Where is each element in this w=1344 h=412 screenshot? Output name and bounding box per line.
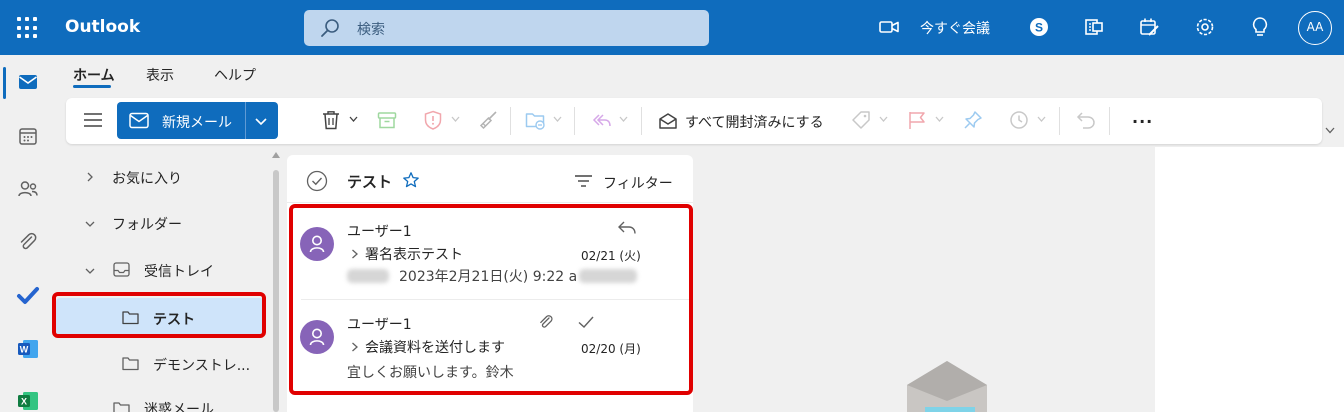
move-to-folder-icon[interactable] bbox=[524, 109, 546, 131]
svg-text:S: S bbox=[1035, 21, 1043, 35]
excel-icon[interactable]: X bbox=[16, 389, 40, 412]
word-icon[interactable]: W bbox=[16, 337, 40, 361]
folder-favorites[interactable]: お気に入り bbox=[112, 168, 182, 188]
tab-view[interactable]: 表示 bbox=[146, 65, 174, 85]
envelope-icon bbox=[129, 112, 149, 129]
ribbon-separator bbox=[641, 107, 642, 135]
app-rail: W X bbox=[0, 55, 56, 412]
chevron-right-icon[interactable] bbox=[85, 172, 95, 182]
folder-junk[interactable]: 迷惑メール bbox=[144, 399, 214, 412]
people-icon[interactable] bbox=[16, 177, 40, 201]
select-all-checkbox[interactable] bbox=[306, 170, 328, 192]
list-title: テスト bbox=[347, 173, 393, 191]
ribbon-separator bbox=[1059, 107, 1060, 135]
favorite-star-icon[interactable] bbox=[402, 171, 420, 189]
highlight-box bbox=[289, 204, 693, 395]
chevron-down-icon[interactable] bbox=[619, 116, 628, 122]
ribbon-separator bbox=[1109, 107, 1110, 135]
junk-folder-icon bbox=[113, 402, 130, 412]
office-apps-icon[interactable] bbox=[1081, 14, 1107, 40]
folder-demo[interactable]: デモンストレ... bbox=[153, 355, 250, 375]
flag-icon[interactable] bbox=[906, 109, 928, 131]
svg-text:X: X bbox=[21, 397, 27, 407]
attachment-icon[interactable] bbox=[16, 230, 40, 254]
top-bar: Outlook 検索 今すぐ会議 S AA bbox=[0, 0, 1344, 55]
video-camera-icon[interactable] bbox=[876, 14, 902, 40]
message-list-header: テスト フィルター bbox=[287, 155, 693, 203]
filter-label: フィルター bbox=[603, 176, 673, 192]
todo-icon[interactable] bbox=[16, 283, 40, 307]
more-options-button[interactable]: ··· bbox=[1132, 112, 1153, 131]
chevron-down-icon[interactable] bbox=[254, 114, 268, 128]
folder-pane: お気に入り フォルダー 受信トレイ テスト デモンストレ... 迷惑メール bbox=[56, 150, 282, 412]
tab-home[interactable]: ホーム bbox=[73, 65, 115, 85]
svg-text:W: W bbox=[20, 345, 29, 355]
envelope-open-icon bbox=[659, 113, 677, 129]
scroll-up-icon[interactable] bbox=[272, 152, 280, 158]
lightbulb-icon[interactable] bbox=[1247, 14, 1273, 40]
reply-all-icon[interactable] bbox=[590, 109, 612, 131]
empty-mail-illustration-icon bbox=[907, 361, 987, 412]
app-title[interactable]: Outlook bbox=[65, 17, 140, 37]
folder-section-folders[interactable]: フォルダー bbox=[112, 214, 182, 234]
ribbon-toolbar: 新規メール すべて開封済みにする ··· bbox=[66, 98, 1322, 144]
folder-pane-scrollbar[interactable] bbox=[273, 170, 279, 412]
mail-icon[interactable] bbox=[16, 70, 40, 94]
chevron-down-icon[interactable] bbox=[85, 266, 95, 276]
folder-icon bbox=[122, 357, 139, 371]
ribbon-separator bbox=[574, 107, 575, 135]
chevron-down-icon[interactable] bbox=[1325, 127, 1335, 134]
filter-icon bbox=[575, 175, 592, 187]
mark-all-read-label: すべて開封済みにする bbox=[685, 115, 824, 131]
ribbon-tabs: ホーム 表示 ヘルプ bbox=[56, 55, 1344, 95]
account-avatar[interactable]: AA bbox=[1298, 11, 1332, 45]
sweep-broom-icon[interactable] bbox=[477, 109, 499, 131]
settings-gear-icon[interactable] bbox=[1192, 14, 1218, 40]
search-icon bbox=[321, 19, 339, 37]
skype-icon[interactable]: S bbox=[1026, 14, 1052, 40]
active-tab-indicator bbox=[73, 85, 111, 88]
new-mail-label: 新規メール bbox=[162, 115, 232, 131]
folder-inbox[interactable]: 受信トレイ bbox=[144, 261, 214, 281]
tab-help[interactable]: ヘルプ bbox=[214, 65, 256, 85]
ribbon-separator bbox=[510, 107, 511, 135]
undo-icon[interactable] bbox=[1075, 109, 1097, 131]
delete-icon[interactable] bbox=[320, 109, 342, 131]
new-mail-button[interactable]: 新規メール bbox=[117, 102, 278, 139]
inbox-icon bbox=[113, 262, 130, 277]
chevron-down-icon[interactable] bbox=[451, 116, 460, 122]
report-shield-icon[interactable] bbox=[422, 109, 444, 131]
menu-icon[interactable] bbox=[84, 113, 102, 127]
chevron-down-icon[interactable] bbox=[349, 116, 358, 122]
calendar-icon[interactable] bbox=[16, 124, 40, 148]
chevron-down-icon[interactable] bbox=[553, 116, 562, 122]
split-divider bbox=[245, 102, 246, 139]
rail-selection-indicator bbox=[3, 67, 6, 99]
chevron-down-icon[interactable] bbox=[85, 219, 95, 229]
highlight-box bbox=[52, 292, 266, 338]
clock-icon[interactable] bbox=[1008, 109, 1030, 131]
search-placeholder[interactable]: 検索 bbox=[357, 19, 385, 39]
pin-icon[interactable] bbox=[962, 109, 984, 131]
chevron-down-icon[interactable] bbox=[879, 116, 888, 122]
side-pane bbox=[1155, 147, 1344, 412]
app-launcher-icon[interactable] bbox=[17, 17, 39, 39]
whats-new-icon[interactable] bbox=[1136, 14, 1162, 40]
meet-now-button[interactable]: 今すぐ会議 bbox=[920, 18, 990, 38]
archive-icon[interactable] bbox=[376, 109, 398, 131]
chevron-down-icon[interactable] bbox=[1037, 116, 1046, 122]
tag-icon[interactable] bbox=[850, 109, 872, 131]
chevron-down-icon[interactable] bbox=[935, 116, 944, 122]
search-box[interactable]: 検索 bbox=[304, 10, 709, 46]
